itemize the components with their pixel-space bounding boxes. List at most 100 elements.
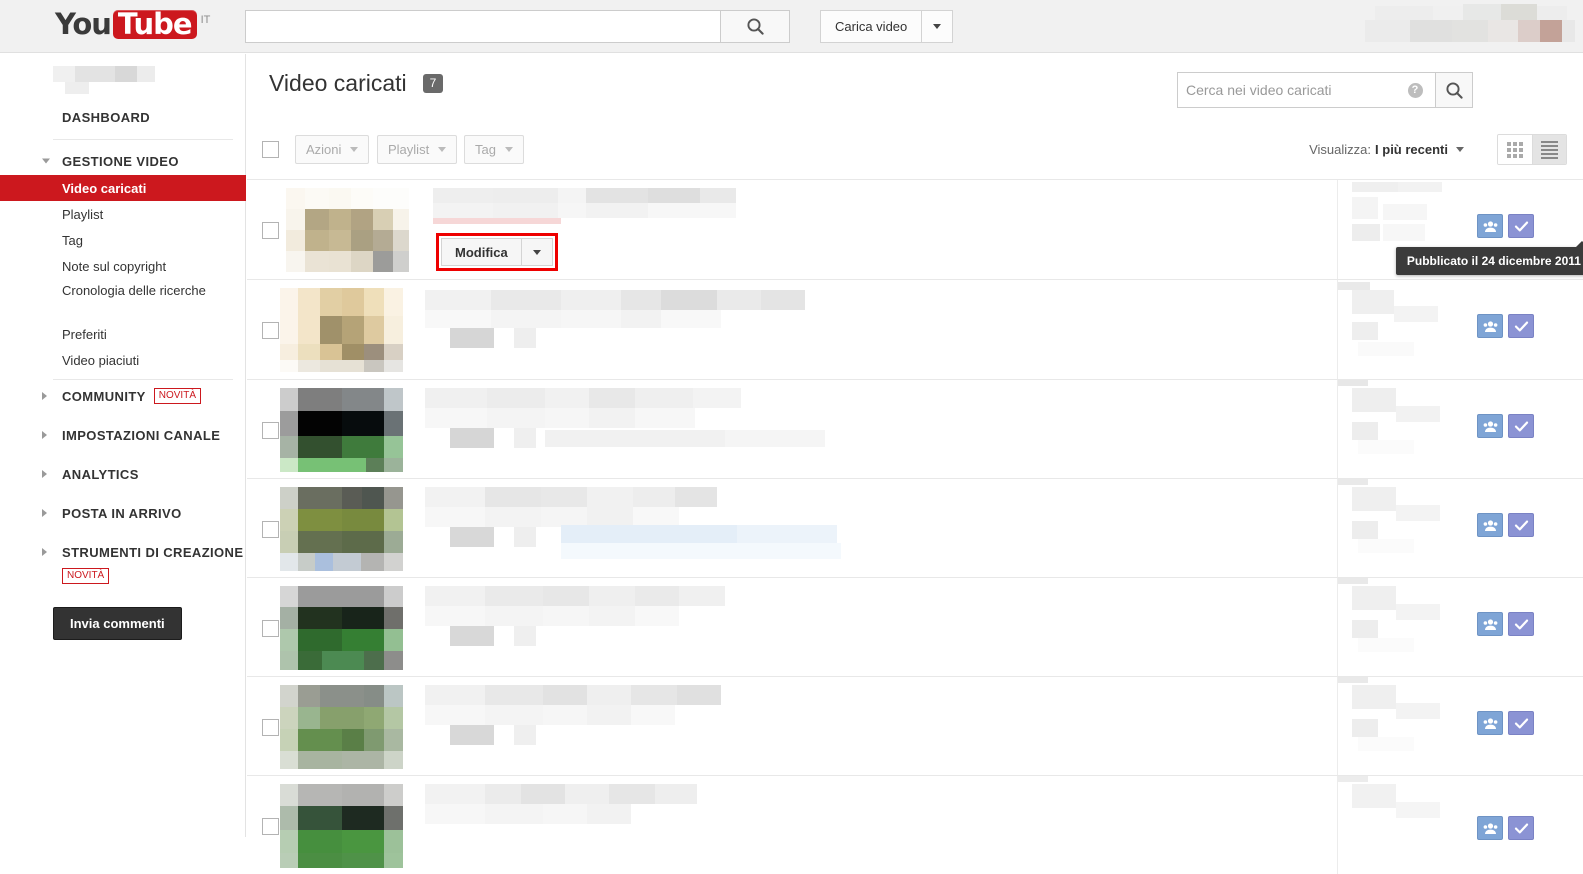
people-icon xyxy=(1483,519,1497,531)
masthead-search-button[interactable] xyxy=(720,10,790,43)
logo-country-code: IT xyxy=(200,14,211,26)
edit-dropdown-button[interactable] xyxy=(520,238,553,266)
visibility-public-button[interactable] xyxy=(1508,513,1534,537)
video-thumbnail-redacted[interactable] xyxy=(280,487,403,571)
tag-dropdown[interactable]: Tag xyxy=(464,135,524,164)
visibility-public-button[interactable] xyxy=(1508,816,1534,840)
table-row[interactable] xyxy=(247,577,1583,676)
azioni-dropdown[interactable]: Azioni xyxy=(295,135,370,164)
row-checkbox[interactable] xyxy=(262,620,279,637)
row-checkbox[interactable] xyxy=(262,222,279,239)
sidebar-item-note-copyright[interactable]: Note sul copyright xyxy=(0,253,246,279)
channel-avatar-redacted[interactable] xyxy=(53,66,155,94)
video-thumbnail-redacted[interactable] xyxy=(280,388,403,472)
checkmark-icon xyxy=(1514,519,1528,530)
video-thumbnail-redacted[interactable] xyxy=(280,784,403,868)
youtube-logo[interactable]: You Tube IT xyxy=(55,10,210,39)
visibility-public-button[interactable] xyxy=(1508,414,1534,438)
sidebar-item-video-piaciuti[interactable]: Video piaciuti xyxy=(0,347,246,373)
audience-button[interactable] xyxy=(1477,414,1503,438)
sidebar-section-community-label: COMMUNITY xyxy=(62,388,146,404)
edit-button[interactable]: Modifica xyxy=(441,238,521,266)
people-icon xyxy=(1483,220,1497,232)
search-help-button[interactable]: ? xyxy=(1395,72,1435,108)
chevron-down-icon xyxy=(933,24,942,29)
caret-right-icon[interactable] xyxy=(42,431,47,439)
table-row[interactable] xyxy=(247,478,1583,577)
caret-right-icon[interactable] xyxy=(42,392,47,400)
grid-view-button[interactable] xyxy=(1498,135,1532,164)
upload-video-dropdown-button[interactable] xyxy=(921,10,954,43)
sidebar-item-tag[interactable]: Tag xyxy=(0,227,246,253)
video-metadata-redacted xyxy=(425,386,1065,476)
masthead-search xyxy=(245,10,790,43)
checkmark-icon xyxy=(1514,717,1528,728)
upload-video-button[interactable]: Carica video xyxy=(820,10,922,43)
sidebar-section-impostazioni-canale[interactable]: IMPOSTAZIONI CANALE xyxy=(0,420,246,450)
visibility-public-button[interactable] xyxy=(1508,214,1534,238)
video-thumbnail-redacted[interactable] xyxy=(286,188,409,272)
sidebar-item-dashboard[interactable]: DASHBOARD xyxy=(0,102,246,132)
send-feedback-label: Invia commenti xyxy=(70,616,165,631)
table-row[interactable] xyxy=(247,279,1583,379)
caret-down-icon[interactable] xyxy=(42,158,50,164)
caret-right-icon[interactable] xyxy=(42,548,47,556)
table-row[interactable] xyxy=(247,676,1583,775)
masthead-search-input[interactable] xyxy=(245,10,720,43)
caret-right-icon[interactable] xyxy=(42,470,47,478)
sidebar-item-preferiti[interactable]: Preferiti xyxy=(0,321,246,347)
playlist-dropdown-label: Playlist xyxy=(388,142,430,157)
sidebar-section-impostazioni-canale-label: IMPOSTAZIONI CANALE xyxy=(62,427,221,443)
video-thumbnail-redacted[interactable] xyxy=(280,685,403,769)
sidebar-section-posta-in-arrivo[interactable]: POSTA IN ARRIVO xyxy=(0,498,246,528)
edit-button-highlight: Modifica xyxy=(436,233,558,271)
row-checkbox[interactable] xyxy=(262,719,279,736)
row-action-buttons xyxy=(1477,314,1534,338)
people-icon xyxy=(1483,822,1497,834)
visibility-public-button[interactable] xyxy=(1508,612,1534,636)
row-action-buttons xyxy=(1477,414,1534,438)
video-thumbnail-redacted[interactable] xyxy=(280,288,403,372)
search-input[interactable] xyxy=(1177,72,1395,108)
sidebar-section-strumenti-creazione[interactable]: STRUMENTI DI CREAZIONE xyxy=(0,537,246,567)
select-all-checkbox[interactable] xyxy=(262,141,279,158)
search-submit-button[interactable] xyxy=(1435,72,1473,108)
row-checkbox[interactable] xyxy=(262,322,279,339)
checkmark-icon xyxy=(1514,420,1528,431)
caret-right-icon[interactable] xyxy=(42,509,47,517)
visibility-public-button[interactable] xyxy=(1508,711,1534,735)
sidebar-item-video-caricati[interactable]: Video caricati xyxy=(0,175,246,201)
account-area-redacted[interactable] xyxy=(1365,2,1575,44)
people-icon xyxy=(1483,717,1497,729)
sidebar-item-playlist-label: Playlist xyxy=(62,206,104,222)
row-stats-redacted xyxy=(1337,380,1489,478)
row-checkbox[interactable] xyxy=(262,521,279,538)
sidebar-section-analytics[interactable]: ANALYTICS xyxy=(0,459,246,489)
sort-order-dropdown[interactable]: I più recenti xyxy=(1375,142,1464,157)
sidebar-section-gestione-video-label: GESTIONE VIDEO xyxy=(62,153,179,169)
row-checkbox[interactable] xyxy=(262,818,279,835)
sidebar-strumenti-new-badge-wrap: NOVITÀ xyxy=(62,565,110,584)
table-row[interactable] xyxy=(247,379,1583,478)
audience-button[interactable] xyxy=(1477,816,1503,840)
audience-button[interactable] xyxy=(1477,711,1503,735)
audience-button[interactable] xyxy=(1477,214,1503,238)
sidebar-section-gestione-video[interactable]: GESTIONE VIDEO xyxy=(0,146,246,176)
row-stats-redacted xyxy=(1337,677,1489,775)
table-row[interactable] xyxy=(247,775,1583,874)
sidebar-item-cronologia-ricerche[interactable]: Cronologia delle ricerche xyxy=(0,279,246,321)
list-view-button[interactable] xyxy=(1532,135,1566,164)
sidebar-section-community[interactable]: COMMUNITY NOVITÀ xyxy=(0,381,246,411)
table-row[interactable]: Modifica Pubblicato il 24 dicembre 2011 xyxy=(247,179,1583,279)
audience-button[interactable] xyxy=(1477,513,1503,537)
checkmark-icon xyxy=(1514,220,1528,231)
video-thumbnail-redacted[interactable] xyxy=(280,586,403,670)
row-checkbox[interactable] xyxy=(262,422,279,439)
send-feedback-button[interactable]: Invia commenti xyxy=(53,607,182,640)
audience-button[interactable] xyxy=(1477,612,1503,636)
chevron-down-icon xyxy=(438,147,447,152)
visibility-public-button[interactable] xyxy=(1508,314,1534,338)
playlist-dropdown[interactable]: Playlist xyxy=(377,135,458,164)
audience-button[interactable] xyxy=(1477,314,1503,338)
sidebar-item-playlist[interactable]: Playlist xyxy=(0,201,246,227)
